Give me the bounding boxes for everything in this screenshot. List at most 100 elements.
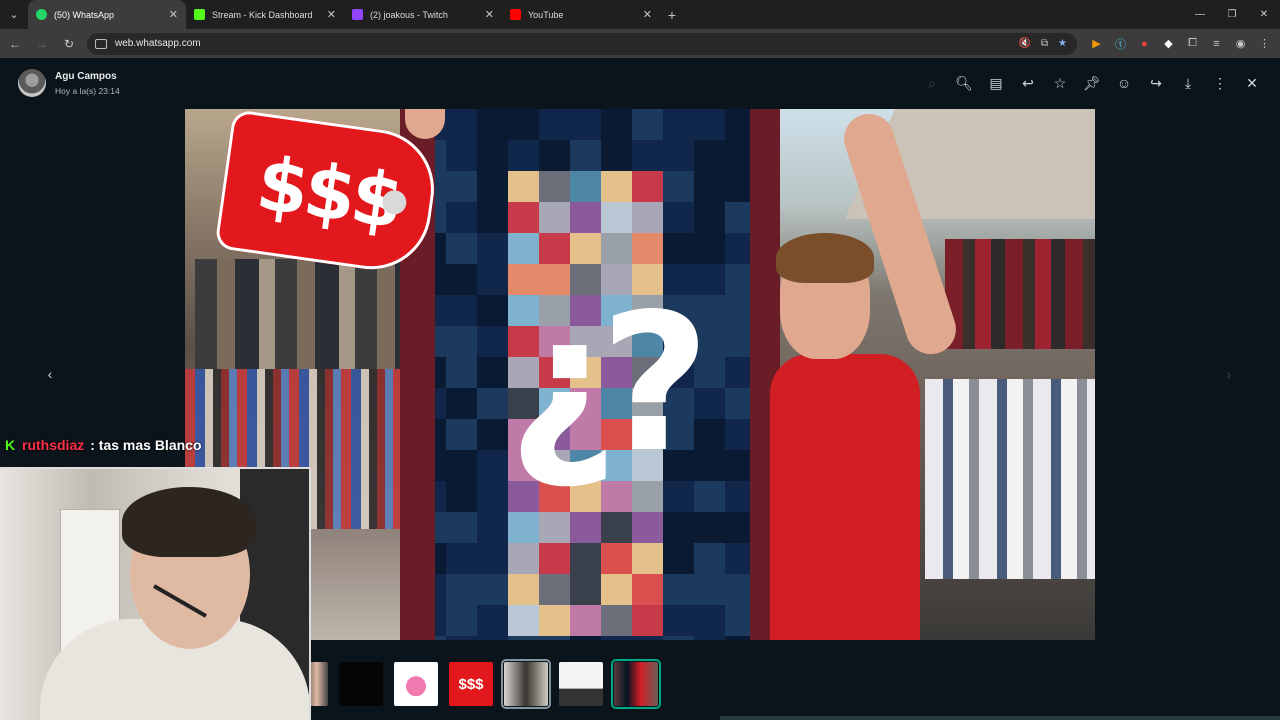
media-image[interactable]: $$$ ¿?: [185, 109, 1095, 640]
translate-extension-icon[interactable]: ⓣ: [1113, 36, 1128, 51]
sender-avatar[interactable]: [18, 69, 46, 97]
play-extension-icon[interactable]: ▶: [1089, 36, 1104, 51]
mosaic-pixel: [446, 605, 477, 636]
close-tab-icon[interactable]: ✕: [169, 8, 178, 21]
new-tab-button[interactable]: +: [660, 0, 684, 29]
mosaic-pixel: [663, 233, 694, 264]
mosaic-pixel: [601, 233, 632, 264]
mosaic-pixel: [446, 264, 477, 295]
extensions-puzzle-icon[interactable]: ⧠: [1185, 36, 1200, 51]
media-control-icon[interactable]: ≡: [1209, 36, 1224, 51]
mosaic-pixel: [446, 388, 477, 419]
thumbnail[interactable]: [339, 662, 383, 706]
profile-avatar-icon[interactable]: ◉: [1233, 36, 1248, 51]
bookmark-star-icon[interactable]: ★: [1058, 38, 1067, 49]
mosaic-pixel: [632, 605, 663, 636]
browser-menu-icon[interactable]: ⋮: [1257, 36, 1272, 51]
streamer-hair: [122, 487, 256, 557]
mosaic-pixel: [508, 605, 539, 636]
forward-nav-icon[interactable]: →: [30, 32, 54, 56]
mute-site-icon[interactable]: 🔇: [1018, 38, 1030, 49]
mosaic-pixel: [435, 512, 446, 543]
install-app-icon[interactable]: ⧉: [1041, 38, 1048, 49]
close-tab-icon[interactable]: ✕: [327, 8, 336, 21]
mosaic-pixel: [601, 636, 632, 640]
mosaic-pixel: [725, 419, 750, 450]
mosaic-pixel: [570, 140, 601, 171]
sent-time: Hoy a la(s) 23:14: [55, 85, 120, 96]
tab-search-button[interactable]: ⌄: [0, 0, 28, 29]
tab-whatsapp[interactable]: (50) WhatsApp ✕: [28, 0, 186, 29]
browser-tabstrip: ⌄ (50) WhatsApp ✕ Stream - Kick Dashboar…: [0, 0, 1280, 29]
mosaic-pixel: [435, 450, 446, 481]
kick-logo-icon: K: [5, 436, 16, 453]
mosaic-pixel: [446, 140, 477, 171]
horizontal-scrollbar[interactable]: [720, 716, 1280, 720]
mosaic-pixel: [601, 140, 632, 171]
minimize-icon[interactable]: —: [1184, 0, 1216, 29]
mosaic-pixel: [446, 419, 477, 450]
restore-icon[interactable]: ❐: [1216, 0, 1248, 29]
mosaic-pixel: [632, 233, 663, 264]
site-info-icon[interactable]: [95, 38, 107, 49]
question-mark-overlay: ¿?: [507, 273, 710, 494]
thumbnail[interactable]: [501, 659, 551, 709]
mosaic-pixel: [435, 388, 446, 419]
smiling-man: [770, 233, 930, 640]
mosaic-pixel: [694, 202, 725, 233]
sender-name: Agu Campos: [55, 70, 117, 82]
mosaic-pixel: [725, 264, 750, 295]
mosaic-pixel: [539, 140, 570, 171]
mosaic-pixel: [508, 512, 539, 543]
more-icon[interactable]: ⋮: [1204, 67, 1236, 99]
mosaic-pixel: [663, 543, 694, 574]
mosaic-pixel: [508, 140, 539, 171]
address-bar[interactable]: web.whatsapp.com 🔇 ⧉ ★: [87, 32, 1077, 55]
mosaic-pixel: [508, 171, 539, 202]
reload-icon[interactable]: ↻: [57, 32, 81, 56]
mosaic-pixel: [539, 202, 570, 233]
mosaic-pixel: [632, 140, 663, 171]
mosaic-pixel: [632, 574, 663, 605]
mosaic-pixel: [539, 171, 570, 202]
close-tab-icon[interactable]: ✕: [643, 8, 652, 21]
thumbnail[interactable]: [559, 662, 603, 706]
mosaic-pixel: [435, 636, 446, 640]
window-close-icon[interactable]: ✕: [1248, 0, 1280, 29]
diamond-extension-icon[interactable]: ◆: [1161, 36, 1176, 51]
mosaic-pixel: [570, 574, 601, 605]
search-icon[interactable]: ⌕: [916, 67, 948, 99]
mosaic-pixel: [601, 202, 632, 233]
tab-youtube[interactable]: YouTube ✕: [502, 0, 660, 29]
mosaic-pixel: [446, 543, 477, 574]
thumbnail[interactable]: [394, 662, 438, 706]
tab-twitch[interactable]: (2) joakous - Twitch ✕: [344, 0, 502, 29]
jacket-rack: [195, 259, 405, 369]
star-icon[interactable]: ☆: [1044, 67, 1076, 99]
record-extension-icon[interactable]: ●: [1137, 36, 1152, 51]
zoom-in-icon[interactable]: 🔍︎: [948, 67, 980, 99]
whatsapp-favicon-icon: [36, 9, 47, 20]
mosaic-pixel: [632, 109, 663, 140]
emoji-icon[interactable]: ☺: [1108, 67, 1140, 99]
caption-icon[interactable]: ▤: [980, 67, 1012, 99]
previous-media-icon[interactable]: ‹: [40, 364, 60, 384]
forward-icon[interactable]: ↪: [1140, 67, 1172, 99]
next-media-icon[interactable]: ›: [1219, 364, 1239, 384]
back-icon[interactable]: ←: [3, 32, 27, 56]
close-tab-icon[interactable]: ✕: [485, 8, 494, 21]
window-controls: — ❐ ✕: [1184, 0, 1280, 29]
mosaic-pixel: [601, 109, 632, 140]
tab-kick[interactable]: Stream - Kick Dashboard ✕: [186, 0, 344, 29]
pin-icon[interactable]: 📌︎: [1076, 67, 1108, 99]
download-icon[interactable]: ⤓: [1172, 67, 1204, 99]
mosaic-pixel: [725, 605, 750, 636]
stream-chat-message: K ruthsdiaz : tas mas Blanco: [5, 437, 202, 453]
thumbnail[interactable]: $$$: [449, 662, 493, 706]
mosaic-pixel: [570, 636, 601, 640]
close-icon[interactable]: ✕: [1236, 67, 1268, 99]
mosaic-pixel: [508, 202, 539, 233]
mosaic-pixel: [632, 636, 663, 640]
thumbnail[interactable]: [611, 659, 661, 709]
reply-icon[interactable]: ↩: [1012, 67, 1044, 99]
